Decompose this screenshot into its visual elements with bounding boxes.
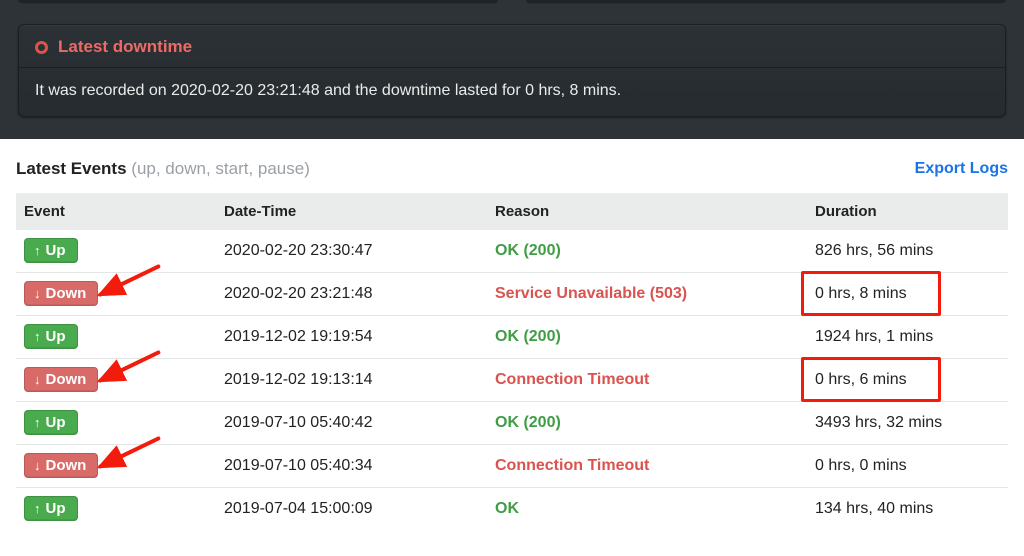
cell-datetime: 2020-02-20 23:30:47 [216,230,487,273]
cell-reason: OK (200) [487,230,807,273]
th-duration: Duration [807,193,1008,230]
cell-reason: Connection Timeout [487,359,807,402]
reason-ok: OK (200) [495,242,561,259]
reason-error: Service Unavailable (503) [495,285,687,302]
th-reason: Reason [487,193,807,230]
cell-event: ↓ Down [16,445,216,488]
cell-duration: 3493 hrs, 32 mins [807,402,1008,445]
table-row: ↑ Up 2019-07-10 05:40:42 OK (200) 3493 hrs, … [16,402,1008,445]
cell-event: ↑ Up [16,402,216,445]
arrow-down-icon: ↓ [34,373,41,386]
cell-reason: Service Unavailable (503) [487,273,807,316]
cell-event: ↓ Down [16,273,216,316]
cell-datetime: 2019-07-10 05:40:42 [216,402,487,445]
events-heading-hint: (up, down, start, pause) [131,159,310,178]
reason-ok: OK [495,500,519,517]
table-row: ↓ Down 2019-12-02 19:13:14 Connection Timeo… [16,359,1008,402]
status-badge-label: Up [46,414,66,431]
reason-error: Connection Timeout [495,371,649,388]
cell-datetime: 2019-12-02 19:19:54 [216,316,487,359]
table-row: ↑ Up 2020-02-20 23:30:47 OK (200) 826 hrs, 5… [16,230,1008,273]
cell-datetime: 2020-02-20 23:21:48 [216,273,487,316]
events-table-wrap: Event Date-Time Reason Duration ↑ Up 2020-… [0,193,1024,530]
arrow-up-icon: ↑ [34,244,41,257]
export-logs-link[interactable]: Export Logs [915,160,1008,178]
events-table: Event Date-Time Reason Duration ↑ Up 2020-… [16,193,1008,530]
record-icon [35,41,48,54]
status-badge-label: Down [46,285,87,302]
status-badge-up: ↑ Up [24,324,78,349]
status-badge-up: ↑ Up [24,410,78,435]
arrow-up-icon: ↑ [34,330,41,343]
cell-reason: OK (200) [487,316,807,359]
status-badge-up: ↑ Up [24,238,78,263]
status-badge-down: ↓ Down [24,281,98,306]
status-badge-down: ↓ Down [24,367,98,392]
cell-event: ↑ Up [16,316,216,359]
reason-ok: OK (200) [495,328,561,345]
cell-event: ↓ Down [16,359,216,402]
cell-duration: 134 hrs, 40 mins [807,488,1008,531]
cell-datetime: 2019-12-02 19:13:14 [216,359,487,402]
status-badge-label: Up [46,242,66,259]
latest-downtime-card: Latest downtime It was recorded on 2020-… [18,24,1006,117]
cell-duration: 0 hrs, 8 mins [807,273,1008,316]
events-heading-text: Latest Events [16,159,127,178]
latest-downtime-title: Latest downtime [58,37,192,57]
stub-left [18,0,498,4]
reason-ok: OK (200) [495,414,561,431]
th-datetime: Date-Time [216,193,487,230]
status-badge-label: Up [46,500,66,517]
table-row: ↑ Up 2019-12-02 19:19:54 OK (200) 1924 hrs, … [16,316,1008,359]
status-badge-up: ↑ Up [24,496,78,521]
cell-duration: 1924 hrs, 1 mins [807,316,1008,359]
top-dark-panel: Latest downtime It was recorded on 2020-… [0,0,1024,139]
cell-reason: OK (200) [487,402,807,445]
events-section-header: Latest Events (up, down, start, pause) E… [0,139,1024,187]
latest-downtime-header: Latest downtime [19,25,1005,68]
cell-event: ↑ Up [16,230,216,273]
events-heading: Latest Events (up, down, start, pause) [16,159,310,179]
table-row: ↑ Up 2019-07-04 15:00:09 OK 134 hrs, 40 mins [16,488,1008,531]
cell-reason: Connection Timeout [487,445,807,488]
reason-error: Connection Timeout [495,457,649,474]
cell-reason: OK [487,488,807,531]
arrow-down-icon: ↓ [34,287,41,300]
cell-datetime: 2019-07-04 15:00:09 [216,488,487,531]
cell-duration: 826 hrs, 56 mins [807,230,1008,273]
cell-duration: 0 hrs, 0 mins [807,445,1008,488]
arrow-up-icon: ↑ [34,416,41,429]
arrow-up-icon: ↑ [34,502,41,515]
table-row: ↓ Down 2019-07-10 05:40:34 Connection Timeo… [16,445,1008,488]
cell-datetime: 2019-07-10 05:40:34 [216,445,487,488]
status-badge-label: Down [46,457,87,474]
cell-duration: 0 hrs, 6 mins [807,359,1008,402]
panel-stubs [18,0,1006,8]
th-event: Event [16,193,216,230]
table-row: ↓ Down 2020-02-20 23:21:48 Service Unavaila… [16,273,1008,316]
status-badge-down: ↓ Down [24,453,98,478]
status-badge-label: Down [46,371,87,388]
latest-downtime-message: It was recorded on 2020-02-20 23:21:48 a… [19,68,1005,116]
arrow-down-icon: ↓ [34,459,41,472]
cell-event: ↑ Up [16,488,216,531]
status-badge-label: Up [46,328,66,345]
stub-right [526,0,1006,4]
